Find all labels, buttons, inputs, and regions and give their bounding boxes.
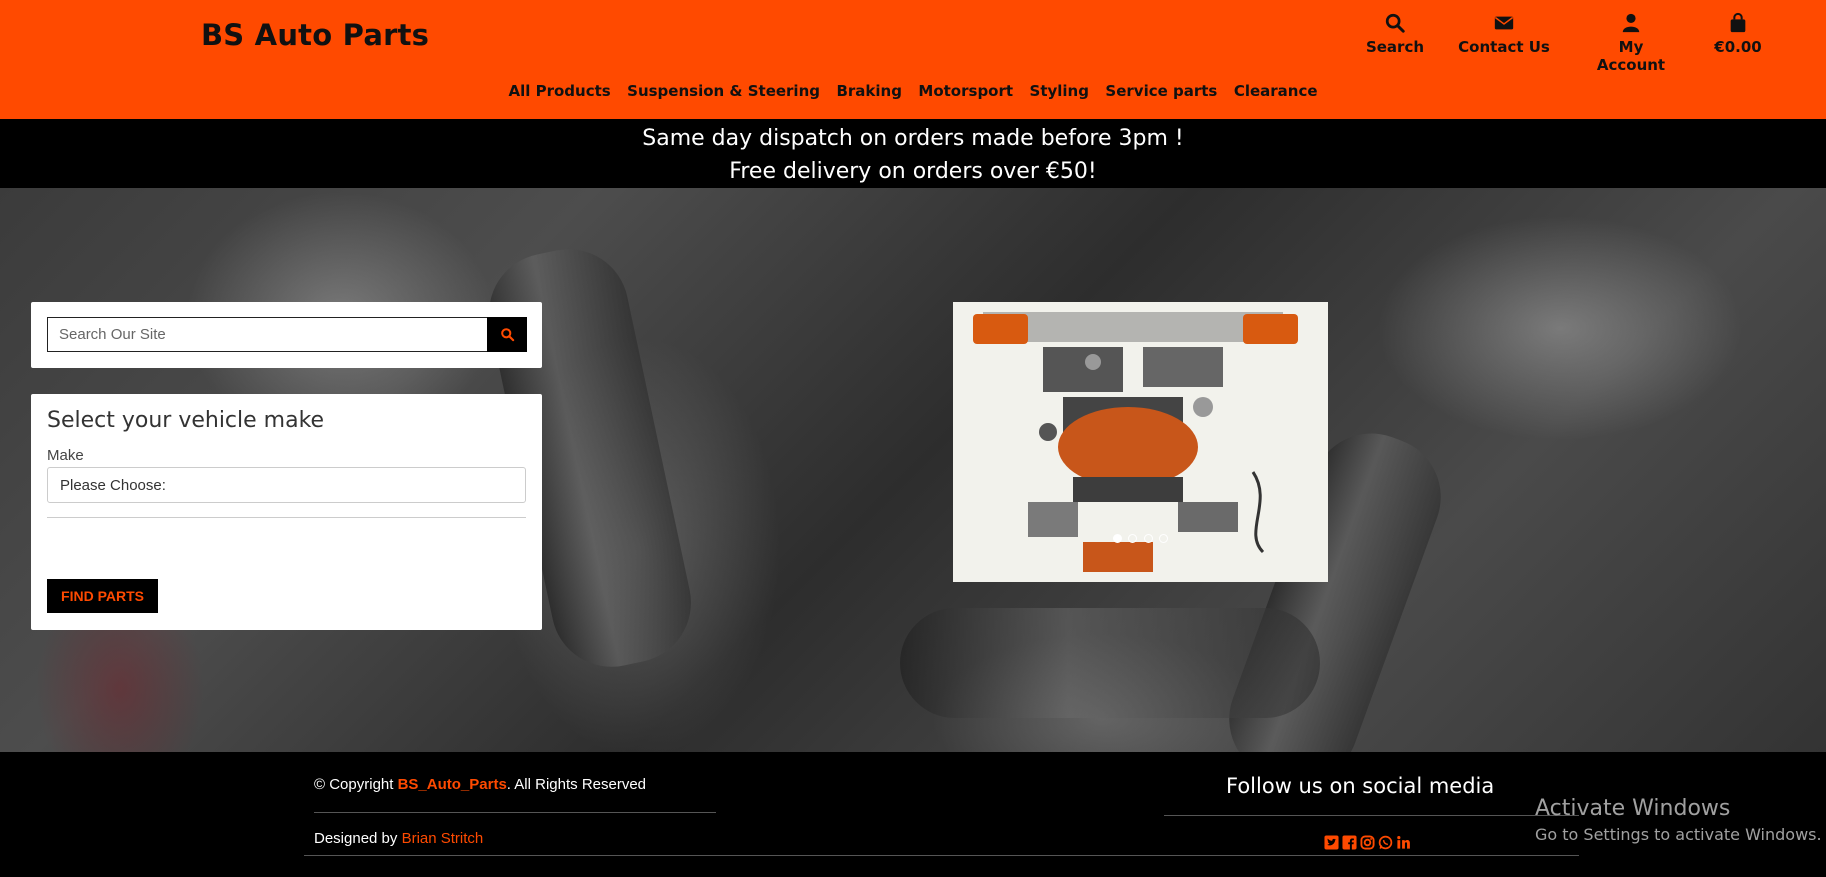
- watermark-title: Activate Windows: [1535, 796, 1731, 821]
- hero-section: Search Our Site Select your vehicle make…: [0, 188, 1826, 752]
- vehicle-selector-title: Select your vehicle make: [47, 408, 325, 433]
- envelope-icon: [1455, 12, 1553, 36]
- header-contact-link[interactable]: Contact Us: [1455, 12, 1553, 56]
- designer-link[interactable]: Brian Stritch: [402, 830, 484, 847]
- search-link-label: Search: [1365, 38, 1425, 56]
- contact-link-label: Contact Us: [1458, 38, 1550, 56]
- find-parts-button[interactable]: FIND PARTS: [47, 579, 158, 613]
- header-account-link[interactable]: My Account: [1583, 12, 1679, 74]
- nav-braking[interactable]: Braking: [836, 82, 902, 100]
- site-search-input[interactable]: Search Our Site: [47, 317, 491, 352]
- carousel-dot[interactable]: [1143, 534, 1153, 543]
- cart-total: €0.00: [1714, 38, 1762, 56]
- header-actions: Search Contact Us My Account €0.00: [0, 12, 1826, 74]
- site-search-button[interactable]: [487, 317, 527, 352]
- divider: [314, 812, 716, 813]
- site-header: BS Auto Parts Search Contact Us My Accou…: [0, 0, 1826, 119]
- divider: [304, 855, 1579, 856]
- windows-activation-watermark: Activate Windows Go to Settings to activ…: [1535, 796, 1822, 844]
- product-image-carousel[interactable]: [953, 302, 1328, 582]
- copyright-suffix: . All Rights Reserved: [506, 776, 647, 793]
- divider: [47, 517, 526, 518]
- nav-service-parts[interactable]: Service parts: [1105, 82, 1217, 100]
- social-links: [1324, 835, 1411, 850]
- designed-by-prefix: Designed by: [314, 830, 402, 847]
- shopping-bag-icon: [1710, 12, 1766, 36]
- divider: [1164, 815, 1579, 816]
- search-icon: [500, 328, 514, 342]
- vehicle-selector-card: Select your vehicle make Make Please Cho…: [31, 394, 542, 630]
- main-nav: All Products Suspension & Steering Braki…: [0, 82, 1826, 101]
- promo-dispatch-text: Same day dispatch on orders made before …: [642, 126, 1184, 151]
- nav-suspension-steering[interactable]: Suspension & Steering: [627, 82, 820, 100]
- copyright-text: © Copyright BS_Auto_Parts. All Rights Re…: [314, 776, 646, 793]
- twitter-icon[interactable]: [1324, 835, 1339, 850]
- instagram-icon[interactable]: [1360, 835, 1375, 850]
- make-select[interactable]: Please Choose:: [47, 467, 526, 503]
- carousel-indicators: [953, 530, 1328, 548]
- promo-banner: Same day dispatch on orders made before …: [0, 119, 1826, 188]
- facebook-icon[interactable]: [1342, 835, 1357, 850]
- copyright-brand-link[interactable]: BS_Auto_Parts: [398, 776, 507, 793]
- search-icon: [1365, 12, 1425, 36]
- copyright-prefix: © Copyright: [314, 776, 398, 793]
- carousel-dot[interactable]: [1159, 534, 1169, 543]
- social-heading: Follow us on social media: [1226, 774, 1495, 798]
- header-cart-link[interactable]: €0.00: [1710, 12, 1766, 56]
- nav-motorsport[interactable]: Motorsport: [918, 82, 1013, 100]
- site-search-card: Search Our Site: [31, 302, 542, 368]
- carousel-dot[interactable]: [1112, 534, 1122, 543]
- whatsapp-icon[interactable]: [1378, 835, 1393, 850]
- hero-background-pipe: [900, 608, 1320, 718]
- make-label: Make: [47, 447, 84, 464]
- promo-delivery-text: Free delivery on orders over €50!: [729, 159, 1097, 184]
- nav-all-products[interactable]: All Products: [508, 82, 610, 100]
- designer-credit: Designed by Brian Stritch: [314, 830, 483, 847]
- linkedin-icon[interactable]: [1396, 835, 1411, 850]
- header-search-link[interactable]: Search: [1365, 12, 1425, 56]
- watermark-subtitle: Go to Settings to activate Windows.: [1535, 825, 1822, 844]
- nav-styling[interactable]: Styling: [1030, 82, 1089, 100]
- account-link-label: My Account: [1596, 38, 1666, 74]
- carousel-dot[interactable]: [1128, 534, 1138, 543]
- nav-clearance[interactable]: Clearance: [1234, 82, 1318, 100]
- user-icon: [1583, 12, 1679, 36]
